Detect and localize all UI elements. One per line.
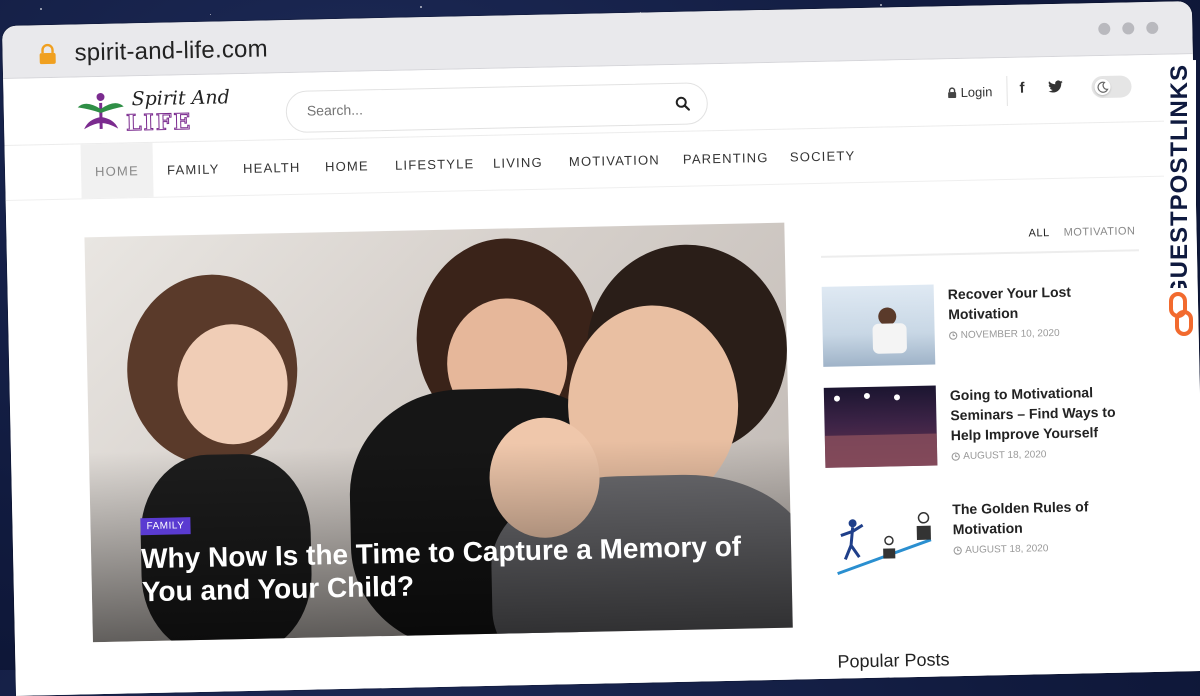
nav-item-society[interactable]: SOCIETY (790, 148, 856, 164)
site-page: Spirit And LIFE Login f (3, 54, 1200, 696)
filter-tab-motivation[interactable]: MOTIVATION (1064, 225, 1136, 239)
logo-text-top: Spirit And (131, 86, 230, 111)
header-divider (1006, 75, 1008, 106)
toggle-knob (1094, 78, 1111, 96)
watermark: GUESTPOSTLINKS (1160, 60, 1200, 360)
sidebar-post[interactable]: The Golden Rules of Motivation AUGUST 18… (826, 495, 1148, 592)
sidebar-post[interactable]: Recover Your Lost Motivation NOVEMBER 10… (821, 280, 1144, 377)
post-thumbnail[interactable] (826, 499, 940, 582)
login-link[interactable]: Login (947, 84, 993, 100)
search-input[interactable] (304, 94, 649, 120)
hero-title[interactable]: Why Now Is the Time to Capture a Memory … (141, 529, 762, 608)
clock-icon (949, 331, 958, 340)
twitter-icon[interactable] (1047, 79, 1063, 95)
window-controls (1098, 21, 1159, 36)
dark-mode-toggle[interactable] (1091, 75, 1132, 99)
category-badge[interactable]: FAMILY (140, 517, 191, 536)
window-dot[interactable] (1122, 22, 1135, 35)
lock-icon (948, 87, 957, 99)
post-title[interactable]: Recover Your Lost Motivation (948, 280, 1139, 324)
nav-item-lifestyle[interactable]: LIFESTYLE (395, 156, 475, 173)
hero-feature-article[interactable]: FAMILY Why Now Is the Time to Capture a … (84, 222, 793, 643)
search-icon[interactable] (675, 96, 691, 112)
filter-tab-all[interactable]: ALL (1028, 227, 1049, 239)
sidebar-divider (820, 249, 1139, 258)
star (40, 8, 42, 10)
nav-item-health[interactable]: HEALTH (243, 160, 301, 176)
facebook-icon[interactable]: f (1019, 80, 1024, 97)
post-title[interactable]: The Golden Rules of Motivation (952, 495, 1143, 539)
browser-window: spirit-and-life.com Spirit And LIFE Sear… (2, 1, 1200, 696)
clock-icon (951, 452, 960, 461)
lotus-figure-icon (77, 92, 124, 130)
star (880, 4, 882, 6)
nav-item-motivation[interactable]: MOTIVATION (569, 152, 660, 169)
nav-item-living[interactable]: LIVING (493, 155, 543, 171)
star (420, 6, 422, 8)
sidebar-post[interactable]: Going to Motivational Seminars – Find Wa… (823, 381, 1146, 478)
site-logo[interactable]: Spirit And LIFE (75, 84, 256, 138)
window-dot[interactable] (1098, 22, 1111, 36)
nav-item-home[interactable]: HOME (325, 158, 369, 174)
moon-icon (1097, 81, 1109, 93)
post-date-text: AUGUST 18, 2020 (963, 449, 1047, 462)
lock-icon (39, 43, 56, 65)
clock-icon (953, 546, 962, 555)
post-date-text: NOVEMBER 10, 2020 (960, 327, 1060, 341)
login-label: Login (960, 84, 993, 100)
post-thumbnail[interactable] (821, 284, 936, 367)
nav-item-parenting[interactable]: PARENTING (683, 150, 769, 167)
address-bar-url[interactable]: spirit-and-life.com (74, 35, 268, 67)
post-date: AUGUST 18, 2020 (953, 543, 1048, 556)
window-dot[interactable] (1146, 21, 1159, 35)
post-date: NOVEMBER 10, 2020 (949, 328, 1060, 341)
logo-text-bottom: LIFE (125, 109, 193, 137)
post-date-text: AUGUST 18, 2020 (965, 543, 1049, 556)
star (210, 14, 211, 15)
post-date: AUGUST 18, 2020 (951, 449, 1047, 462)
popular-posts-heading: Popular Posts (837, 649, 950, 672)
watermark-text: GUESTPOSTLINKS (1164, 60, 1196, 303)
post-thumbnail[interactable] (823, 385, 938, 468)
chain-link-icon (1166, 288, 1196, 340)
staircase-illustration-icon (837, 512, 932, 576)
sidebar-filter-tabs: ALL MOTIVATION (1028, 225, 1135, 239)
search-box[interactable] (285, 82, 709, 134)
nav-item-home-active[interactable]: HOME (80, 142, 154, 199)
nav-item-label: HOME (94, 163, 140, 180)
nav-item-family[interactable]: FAMILY (167, 161, 220, 177)
post-title[interactable]: Going to Motivational Seminars – Find Wa… (950, 381, 1141, 445)
